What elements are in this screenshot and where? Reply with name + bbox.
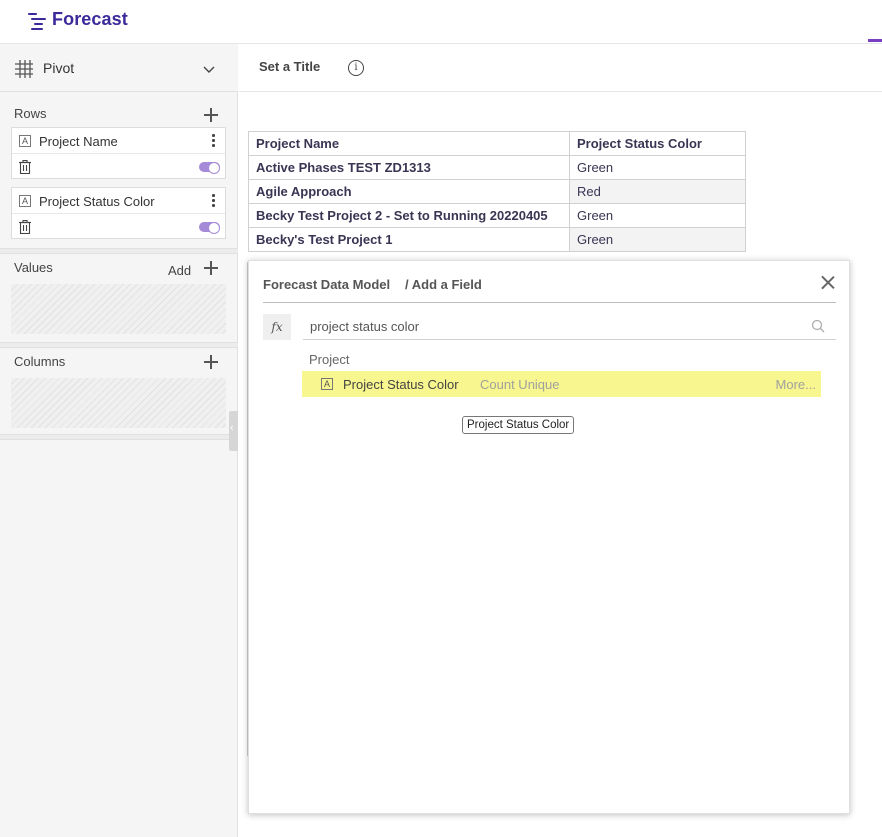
forecast-logo-icon	[28, 11, 46, 30]
table-cell: Becky Test Project 2 - Set to Running 20…	[248, 203, 570, 228]
trash-icon[interactable]	[19, 220, 31, 234]
kebab-menu-icon[interactable]	[211, 194, 215, 208]
view-type-label: Pivot	[43, 60, 75, 76]
table-cell: Red	[569, 179, 746, 204]
table-row: Becky's Test Project 1 Green	[248, 227, 746, 252]
sidebar-collapse-handle[interactable]	[229, 411, 238, 451]
text-type-icon: A	[19, 195, 31, 207]
row-field-name: Project Name	[39, 134, 118, 149]
section-divider	[0, 342, 238, 348]
formula-button[interactable]: fx	[263, 314, 291, 340]
breadcrumb-add-field: / Add a Field	[405, 277, 482, 292]
view-type-selector[interactable]: Pivot	[0, 44, 238, 92]
column-header: Project Status Color	[569, 131, 746, 156]
add-value-label[interactable]: Add	[168, 263, 191, 278]
table-cell: Green	[569, 155, 746, 180]
text-type-icon: A	[19, 135, 31, 147]
table-header-row: Project Name Project Status Color	[248, 131, 746, 156]
table-cell: Active Phases TEST ZD1313	[248, 155, 570, 180]
close-icon[interactable]	[821, 275, 835, 289]
more-options-link[interactable]: More...	[776, 377, 816, 392]
values-title: Values	[14, 260, 53, 275]
search-icon	[811, 319, 825, 333]
section-divider	[0, 434, 238, 440]
report-title[interactable]: Set a Title	[259, 59, 320, 74]
kebab-menu-icon[interactable]	[211, 134, 215, 148]
grid-icon	[15, 60, 33, 78]
row-field-header: A Project Name	[12, 128, 225, 154]
values-drop-zone[interactable]	[11, 284, 226, 334]
row-field-toggle[interactable]	[199, 222, 220, 234]
field-search-input[interactable]	[303, 314, 836, 340]
field-result-name: Project Status Color	[343, 377, 459, 392]
app-header: Forecast	[0, 0, 882, 44]
row-field-name: Project Status Color	[39, 194, 155, 209]
columns-drop-zone[interactable]	[11, 378, 226, 428]
field-result-row[interactable]: A Project Status Color Count Unique More…	[302, 371, 821, 397]
add-column-plus-icon[interactable]	[204, 355, 218, 369]
row-field-card[interactable]: A Project Status Color	[11, 187, 226, 239]
forecast-logo[interactable]: Forecast	[28, 9, 128, 30]
row-field-toggle[interactable]	[199, 162, 220, 174]
logo-text: Forecast	[52, 9, 128, 29]
text-type-icon: A	[321, 378, 333, 390]
pivot-sidebar: Pivot Rows A Project Name A Project Stat…	[0, 44, 238, 837]
rows-title: Rows	[14, 106, 47, 121]
column-header: Project Name	[248, 131, 570, 156]
row-field-card[interactable]: A Project Name	[11, 127, 226, 179]
report-title-bar: Set a Title i	[239, 44, 882, 92]
chevron-down-icon[interactable]	[203, 63, 215, 75]
pivot-table: Project Name Project Status Color Active…	[248, 131, 746, 252]
add-field-dialog: Forecast Data Model / Add a Field fx Pro…	[248, 260, 850, 814]
add-row-plus-icon[interactable]	[204, 108, 218, 122]
table-cell: Green	[569, 227, 746, 252]
table-cell: Agile Approach	[248, 179, 570, 204]
info-icon[interactable]: i	[348, 60, 364, 76]
field-aggregation[interactable]: Count Unique	[480, 377, 560, 392]
table-row: Active Phases TEST ZD1313 Green	[248, 155, 746, 180]
table-row: Becky Test Project 2 - Set to Running 20…	[248, 203, 746, 228]
field-group-label: Project	[309, 352, 350, 367]
table-row: Agile Approach Red	[248, 179, 746, 204]
field-tooltip: Project Status Color	[462, 416, 575, 434]
accent-bar	[868, 39, 882, 42]
section-divider	[0, 248, 238, 254]
add-value-plus-icon[interactable]	[204, 261, 218, 275]
dialog-divider	[263, 302, 836, 303]
row-field-header: A Project Status Color	[12, 188, 225, 214]
columns-title: Columns	[14, 354, 66, 369]
trash-icon[interactable]	[19, 160, 31, 174]
table-cell: Becky's Test Project 1	[248, 227, 570, 252]
breadcrumb-data-model[interactable]: Forecast Data Model	[263, 277, 390, 292]
table-cell: Green	[569, 203, 746, 228]
